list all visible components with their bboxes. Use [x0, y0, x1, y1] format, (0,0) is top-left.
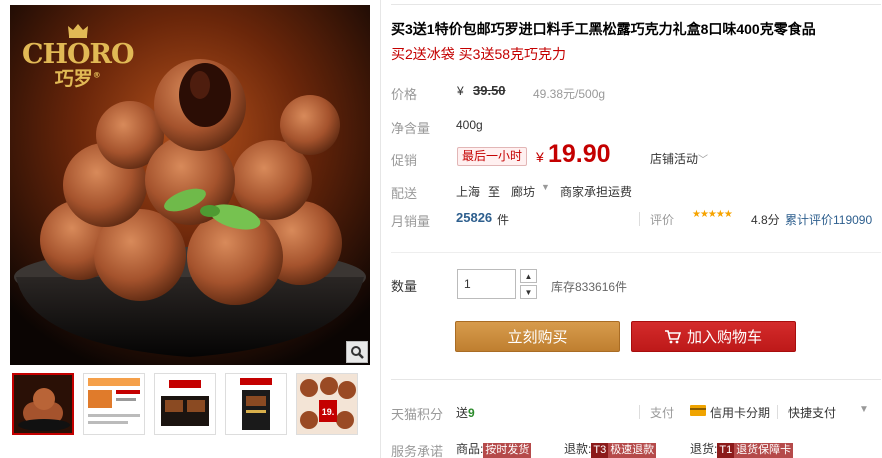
service-item-return[interactable]: 退货: T1 退货保障卡: [690, 440, 794, 458]
thumbnail-box-image: [226, 374, 286, 434]
ship-from: 上海: [456, 185, 481, 199]
shipping-label: 配送: [391, 186, 418, 201]
thumbnail-2[interactable]: [83, 373, 145, 435]
price-label: 价格: [391, 87, 418, 102]
quantity-increase-button[interactable]: ▲: [520, 269, 537, 283]
main-product-image[interactable]: CHORO 巧罗®: [10, 5, 370, 365]
caret-down-icon[interactable]: ▼: [859, 404, 869, 415]
thumbnail-promo-image: 19.: [297, 374, 357, 434]
stock-count: 库存833616件: [551, 280, 628, 294]
promo-tag: 最后一小时: [457, 147, 528, 166]
divider: [777, 405, 778, 419]
ship-to-word: 至: [488, 185, 501, 199]
payment-credit-installment[interactable]: 信用卡分期: [710, 404, 770, 421]
crown-icon: [67, 24, 88, 38]
thumbnail-flyer-image: [84, 374, 144, 434]
promo-price: 19.90: [548, 140, 611, 168]
divider: [639, 405, 640, 419]
service-label: 服务承诺: [391, 444, 444, 458]
magnifier-icon: [351, 346, 364, 359]
add-to-cart-button[interactable]: 加入购物车: [631, 321, 796, 352]
review-count-link[interactable]: 累计评价119090: [785, 211, 872, 228]
service-item-refund[interactable]: 退款: T3 极速退款: [564, 440, 657, 458]
payment-label: 支付: [650, 406, 675, 420]
thumbnail-1[interactable]: [12, 373, 74, 435]
service-tag: T1: [717, 443, 735, 458]
thumbnail-4[interactable]: [225, 373, 287, 435]
caret-down-icon[interactable]: ▼: [541, 182, 550, 192]
ship-city-select[interactable]: 廊坊: [511, 183, 535, 200]
points-label: 天猫积分: [391, 407, 444, 422]
thumbnail-price-badge: 19.: [322, 407, 335, 417]
product-subtitle: 买2送冰袋 买3送58克巧克力: [391, 46, 567, 62]
chevron-down-icon: ﹀: [698, 155, 709, 166]
thumbnail-strip: 19.: [10, 373, 370, 435]
service-tag: T3: [591, 443, 609, 458]
points-value: 9: [468, 406, 475, 420]
sales-label: 月销量: [391, 214, 431, 229]
weight-label: 净含量: [391, 121, 431, 136]
divider: [639, 212, 640, 226]
divider: [391, 379, 881, 380]
add-to-cart-label: 加入购物车: [686, 329, 762, 346]
quantity-label: 数量: [391, 279, 418, 294]
rating-score: 4.8分: [751, 213, 780, 227]
chevron-down-icon: ▼: [524, 287, 533, 297]
quantity-decrease-button[interactable]: ▼: [520, 285, 537, 299]
service-badge: 极速退款: [608, 443, 657, 458]
brand-logo: CHORO 巧罗®: [22, 23, 134, 91]
product-info-panel: 买3送1特价包邮巧罗进口料手工黑松露巧克力礼盒8口味400克零食品 买2送冰袋 …: [380, 0, 882, 458]
product-title: 买3送1特价包邮巧罗进口料手工黑松露巧克力礼盒8口味400克零食品: [391, 21, 816, 37]
sales-count: 25826: [456, 210, 493, 225]
weight-value: 400g: [456, 118, 483, 132]
service-badge: 按时发货: [483, 443, 532, 458]
chevron-up-icon: ▲: [524, 271, 533, 281]
thumbnail-truffle-image: [14, 375, 72, 433]
brand-name-en: CHORO: [22, 39, 134, 70]
points-send: 送9: [456, 406, 475, 420]
sales-unit: 件: [497, 213, 510, 227]
payment-quick-pay[interactable]: 快捷支付: [788, 404, 836, 421]
credit-card-icon: [690, 405, 706, 416]
original-price: 39.50: [473, 83, 506, 98]
thumbnail-3[interactable]: [154, 373, 216, 435]
zoom-button[interactable]: [346, 341, 368, 363]
price-currency: ¥: [457, 84, 464, 98]
service-item-ontime[interactable]: 商品: 按时发货: [456, 440, 532, 458]
thumbnail-giftbox-image: [155, 374, 215, 434]
thumbnail-5[interactable]: 19.: [296, 373, 358, 435]
rating-label: 评价: [650, 213, 675, 227]
divider: [391, 252, 881, 253]
star-rating-icon: ★★★★★: [692, 209, 733, 220]
product-gallery: CHORO 巧罗® 19.: [10, 5, 370, 435]
service-badge: 退货保障卡: [734, 443, 794, 458]
shop-activity-dropdown[interactable]: 店铺活动﹀: [650, 150, 708, 167]
shop-activity-label: 店铺活动: [650, 152, 699, 166]
divider: [391, 4, 881, 5]
unit-price: 49.38元/500g: [533, 87, 606, 101]
promo-currency: ¥: [536, 149, 544, 165]
brand-name-cn: 巧罗®: [54, 68, 101, 90]
cart-icon: [664, 329, 681, 343]
shipping-fee: 商家承担运费: [560, 185, 633, 199]
quantity-input[interactable]: [457, 269, 516, 299]
promo-label: 促销: [391, 153, 418, 168]
buy-now-button[interactable]: 立刻购买: [455, 321, 620, 352]
